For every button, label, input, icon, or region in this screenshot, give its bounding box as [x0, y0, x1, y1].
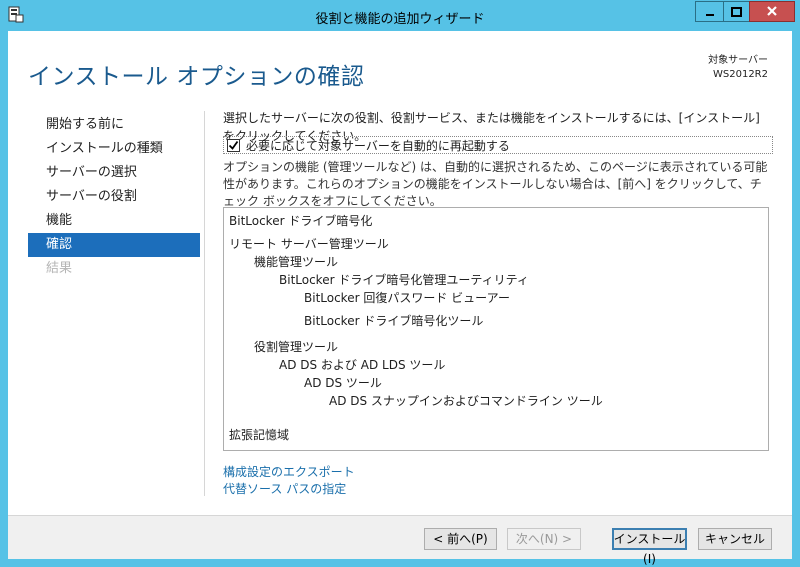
list-item: BitLocker ドライブ暗号化ツール — [304, 314, 484, 328]
wizard-client: インストール オプションの確認 対象サーバー WS2012R2 開始する前に イ… — [8, 31, 792, 566]
next-button[interactable]: 次へ(N) > — [507, 528, 581, 550]
checkmark-icon — [228, 140, 239, 150]
list-item: AD DS ツール — [304, 376, 382, 390]
page-title: インストール オプションの確認 — [28, 64, 365, 90]
list-item: リモート サーバー管理ツール — [229, 237, 389, 251]
previous-button[interactable]: < 前へ(P) — [424, 528, 497, 550]
export-settings-link[interactable]: 構成設定のエクスポート — [223, 464, 355, 481]
selection-list[interactable]: BitLocker ドライブ暗号化 リモート サーバー管理ツール 機能管理ツール… — [223, 207, 769, 451]
nav-divider — [204, 111, 205, 496]
list-item: 機能管理ツール — [254, 255, 339, 269]
restart-checkbox-label: 必要に応じて対象サーバーを自動的に再起動する — [246, 138, 510, 153]
nav-item-server-roles[interactable]: サーバーの役割 — [28, 185, 200, 209]
list-item: AD DS スナップインおよびコマンドライン ツール — [329, 394, 603, 408]
alternate-source-link[interactable]: 代替ソース パスの指定 — [223, 481, 355, 498]
wizard-nav: 開始する前に インストールの種類 サーバーの選択 サーバーの役割 機能 確認 結… — [28, 113, 200, 281]
main-content: 選択したサーバーに次の役割、役割サービス、または機能をインストールするには、[イ… — [223, 109, 773, 496]
minimize-button[interactable] — [695, 1, 723, 22]
list-item: 拡張記憶域 — [229, 428, 290, 442]
nav-item-before-you-begin[interactable]: 開始する前に — [28, 113, 200, 137]
list-item: BitLocker ドライブ暗号化 — [229, 214, 373, 228]
nav-item-confirmation[interactable]: 確認 — [28, 233, 200, 257]
install-button[interactable]: インストール(I) — [612, 528, 687, 566]
close-icon — [767, 6, 777, 16]
footer-bar: < 前へ(P) 次へ(N) > インストール(I) キャンセル — [8, 516, 792, 566]
maximize-button[interactable] — [723, 1, 749, 22]
title-bar[interactable]: 役割と機能の追加ウィザード — [0, 0, 800, 31]
links-area: 構成設定のエクスポート 代替ソース パスの指定 — [223, 464, 355, 498]
nav-item-installation-type[interactable]: インストールの種類 — [28, 137, 200, 161]
target-server-name: WS2012R2 — [713, 69, 768, 80]
wizard-window: 役割と機能の追加ウィザード インストール オプションの確認 対象サーバー WS2… — [0, 0, 800, 567]
target-server-label: 対象サーバー — [708, 55, 768, 66]
nav-item-features[interactable]: 機能 — [28, 209, 200, 233]
restart-checkbox-row[interactable]: 必要に応じて対象サーバーを自動的に再起動する — [223, 136, 773, 154]
optional-features-note: オプションの機能 (管理ツールなど) は、自動的に選択されるため、このページに表… — [223, 160, 768, 208]
list-item: 役割管理ツール — [254, 340, 339, 354]
nav-item-results: 結果 — [46, 261, 73, 276]
list-item: BitLocker 回復パスワード ビューアー — [304, 291, 510, 305]
close-button[interactable] — [749, 1, 795, 22]
restart-checkbox[interactable] — [227, 138, 240, 152]
nav-item-server-selection[interactable]: サーバーの選択 — [28, 161, 200, 185]
list-item: AD DS および AD LDS ツール — [279, 358, 446, 372]
list-item: BitLocker ドライブ暗号化管理ユーティリティ — [279, 273, 529, 287]
target-server: 対象サーバー WS2012R2 — [708, 54, 768, 82]
window-title: 役割と機能の追加ウィザード — [315, 12, 485, 27]
cancel-button[interactable]: キャンセル — [698, 528, 772, 550]
